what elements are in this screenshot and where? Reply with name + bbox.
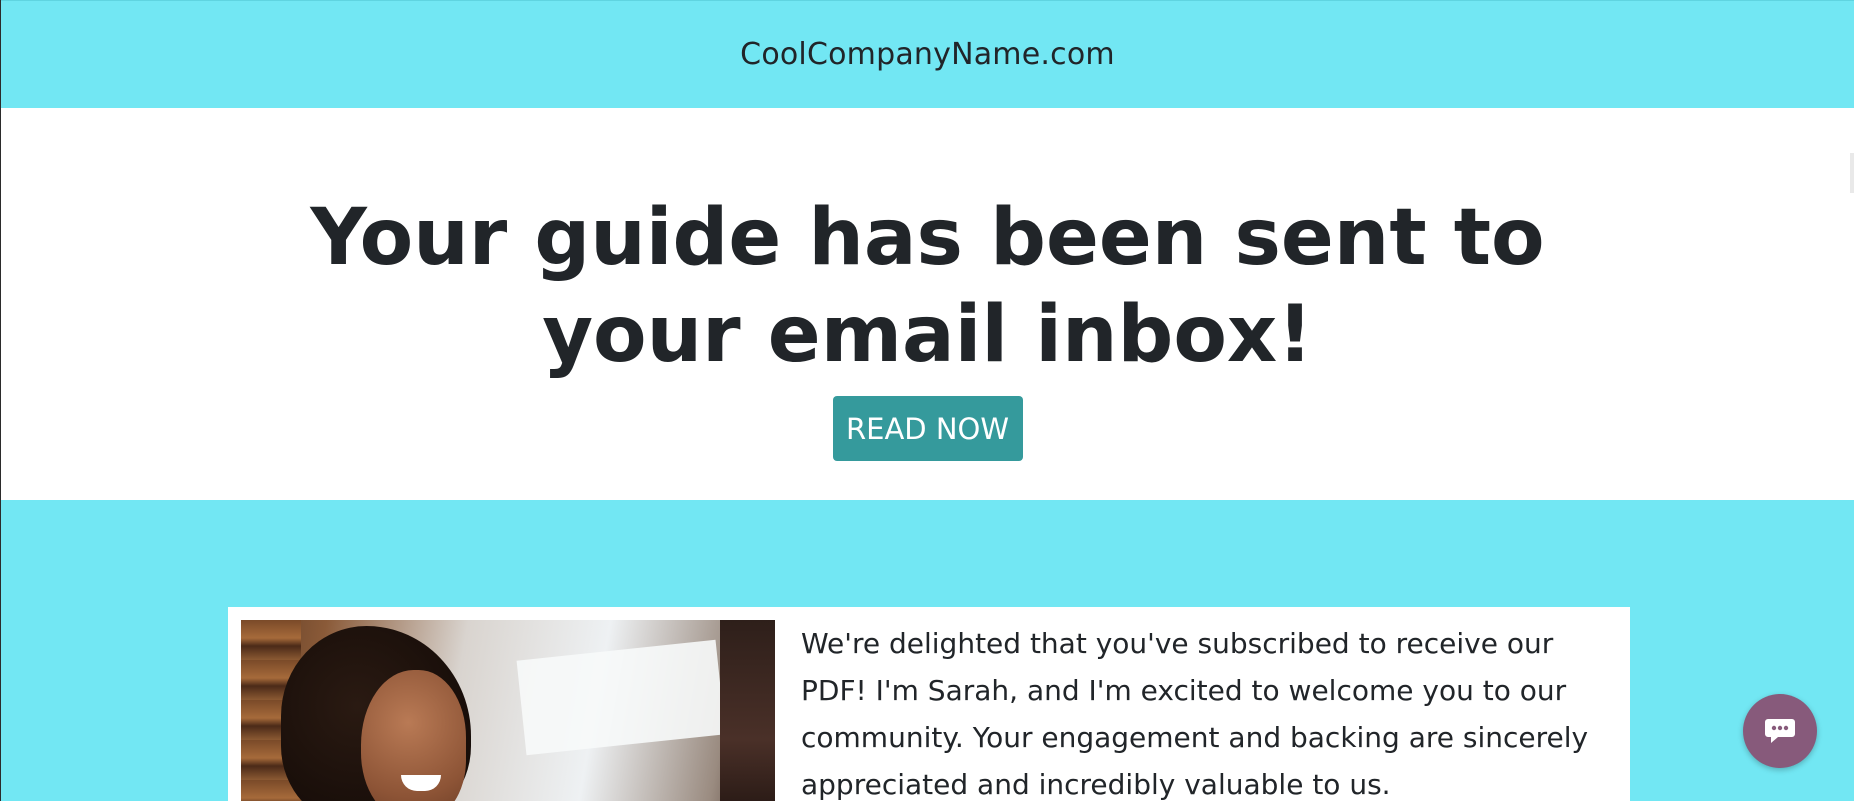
window-light: [516, 639, 726, 756]
scrollbar-thumb[interactable]: [1850, 153, 1854, 193]
chat-bubble-icon: [1765, 719, 1795, 743]
hero-section: Your guide has been sent to your email i…: [1, 108, 1854, 500]
chat-button[interactable]: [1743, 694, 1817, 768]
site-brand[interactable]: CoolCompanyName.com: [740, 37, 1115, 72]
header-bar: CoolCompanyName.com: [1, 0, 1854, 108]
read-now-button[interactable]: READ NOW: [832, 396, 1023, 461]
welcome-text: We're delighted that you've subscribed t…: [801, 627, 1589, 801]
welcome-band: We're delighted that you've subscribed t…: [1, 500, 1854, 801]
bookshelf-right: [720, 620, 775, 801]
page: CoolCompanyName.com Your guide has been …: [0, 0, 1854, 801]
welcome-card: We're delighted that you've subscribed t…: [228, 607, 1630, 801]
sarah-photo: [241, 620, 775, 801]
hero-title: Your guide has been sent to your email i…: [310, 193, 1545, 380]
